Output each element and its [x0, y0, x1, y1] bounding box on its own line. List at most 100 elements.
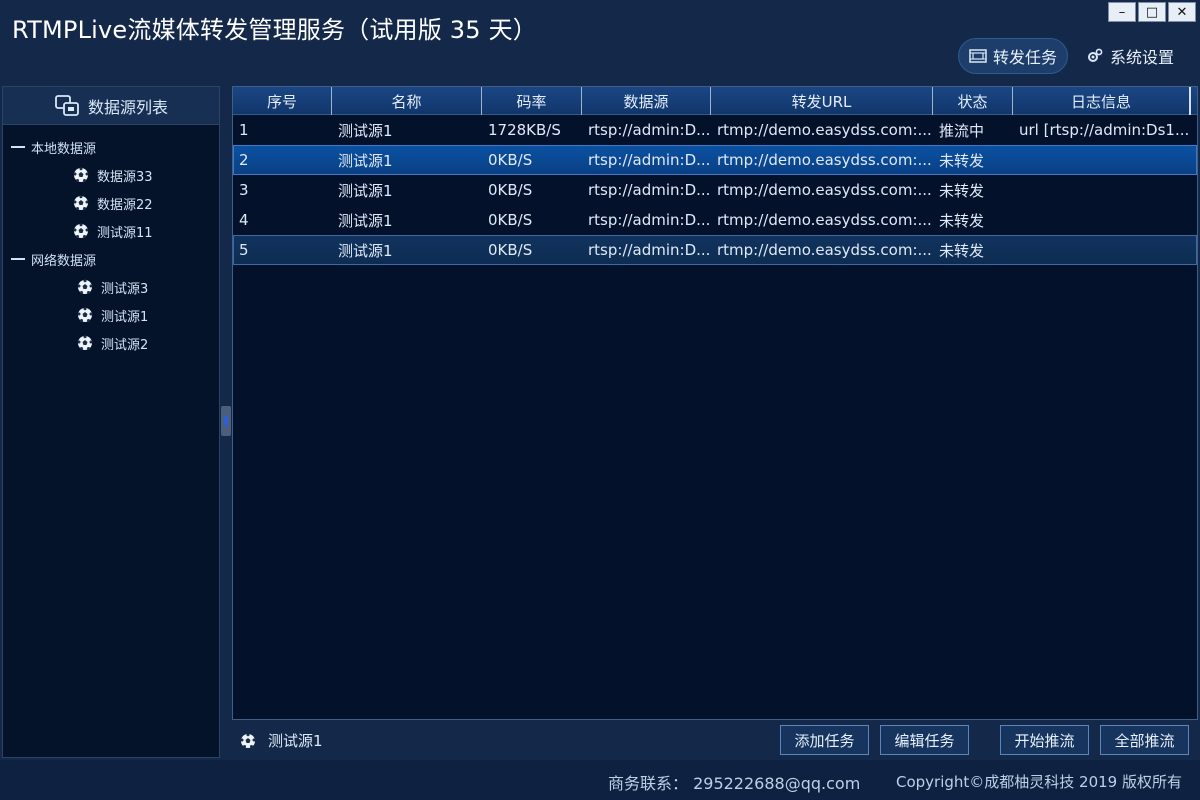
collapse-icon[interactable]: [11, 146, 25, 148]
cell-name: 测试源1: [338, 241, 393, 260]
table-row-selected[interactable]: 2 测试源1 0KB/S rtsp://admin:D... rtmp://de…: [233, 145, 1197, 175]
app-window: RTMPLive流媒体转发管理服务（试用版 35 天） – □ ✕ 转发任务 系…: [0, 0, 1200, 800]
gears-icon: [1087, 48, 1103, 62]
column-header-forward-url[interactable]: 转发URL: [711, 87, 933, 115]
cell-index: 5: [239, 241, 249, 259]
cell-status: 未转发: [939, 211, 985, 230]
forward-tasks-label: 转发任务: [992, 48, 1057, 67]
table-row[interactable]: 4 测试源1 0KB/S rtsp://admin:D... rtmp://de…: [233, 205, 1197, 235]
source-list-panel: 数据源列表 本地数据源 数据源33 数据源22 测试源11 网络数据源 测试源3…: [2, 86, 220, 758]
action-bar: 测试源1 添加任务 编辑任务 开始推流 全部推流: [232, 722, 1198, 758]
minimize-button[interactable]: –: [1108, 2, 1136, 22]
task-table: 序号 名称 码率 数据源 转发URL 状态 日志信息 1 测试源1 1728KB…: [232, 86, 1198, 720]
source-list-icon: [55, 94, 79, 116]
cell-bitrate: 0KB/S: [488, 151, 533, 169]
cell-source: rtsp://admin:D...: [588, 241, 711, 259]
cell-forward-url: rtmp://demo.easydss.com:...: [717, 211, 932, 229]
copyright-text: Copyright©成都柚灵科技 2019 版权所有: [895, 773, 1182, 791]
cell-forward-url: rtmp://demo.easydss.com:...: [717, 181, 932, 199]
source-tree: 本地数据源 数据源33 数据源22 测试源11 网络数据源 测试源3 测试源1 …: [3, 125, 219, 357]
source-list-header: 数据源列表: [3, 87, 219, 125]
column-header-source[interactable]: 数据源: [582, 87, 711, 115]
tree-group-local[interactable]: 本地数据源: [3, 133, 219, 161]
soccer-ball-icon: [73, 167, 89, 182]
column-header-status[interactable]: 状态: [933, 87, 1013, 115]
title-bar: RTMPLive流媒体转发管理服务（试用版 35 天） – □ ✕ 转发任务 系…: [0, 0, 1200, 84]
cell-log: url [rtsp://admin:Ds1...: [1019, 121, 1190, 139]
current-source-label: 测试源1: [268, 732, 323, 750]
cell-source: rtsp://admin:D...: [588, 121, 711, 139]
tree-item-label: 测试源3: [101, 281, 149, 297]
edit-task-button[interactable]: 编辑任务: [880, 725, 969, 755]
tree-item[interactable]: 数据源33: [3, 161, 219, 189]
column-header-name[interactable]: 名称: [332, 87, 482, 115]
tree-item-label: 测试源11: [97, 225, 153, 241]
cell-index: 2: [239, 151, 249, 169]
soccer-ball-icon: [240, 732, 256, 748]
add-task-button[interactable]: 添加任务: [780, 725, 869, 755]
table-body: 1 测试源1 1728KB/S rtsp://admin:D... rtmp:/…: [233, 115, 1197, 265]
cell-bitrate: 0KB/S: [488, 211, 533, 229]
table-row[interactable]: 3 测试源1 0KB/S rtsp://admin:D... rtmp://de…: [233, 175, 1197, 205]
cell-index: 3: [239, 181, 249, 199]
cell-status: 未转发: [939, 241, 985, 260]
tree-group-label: 本地数据源: [31, 141, 97, 157]
tree-group-network[interactable]: 网络数据源: [3, 245, 219, 273]
cell-index: 4: [239, 211, 249, 229]
cell-bitrate: 1728KB/S: [488, 121, 561, 139]
cell-bitrate: 0KB/S: [488, 181, 533, 199]
system-settings-label: 系统设置: [1109, 48, 1174, 67]
start-push-button[interactable]: 开始推流: [1000, 725, 1089, 755]
window-controls: – □ ✕: [1108, 2, 1196, 22]
soccer-ball-icon: [73, 223, 89, 238]
tree-item[interactable]: 测试源11: [3, 217, 219, 245]
cell-forward-url: rtmp://demo.easydss.com:...: [717, 151, 932, 169]
soccer-ball-icon: [77, 307, 93, 322]
tree-item[interactable]: 测试源2: [3, 329, 219, 357]
panel-splitter[interactable]: [221, 406, 231, 436]
tree-item-label: 数据源22: [97, 197, 153, 213]
table-row[interactable]: 1 测试源1 1728KB/S rtsp://admin:D... rtmp:/…: [233, 115, 1197, 145]
cell-index: 1: [239, 121, 249, 139]
close-button[interactable]: ✕: [1168, 2, 1196, 22]
soccer-ball-icon: [77, 335, 93, 350]
cell-name: 测试源1: [338, 181, 393, 200]
system-settings-tab[interactable]: 系统设置: [1076, 38, 1184, 74]
cell-status: 未转发: [939, 181, 985, 200]
cell-name: 测试源1: [338, 211, 393, 230]
cell-status: 推流中: [939, 121, 985, 140]
app-title: RTMPLive流媒体转发管理服务（试用版 35 天）: [12, 16, 537, 44]
source-list-title: 数据源列表: [87, 97, 168, 117]
cell-source: rtsp://admin:D...: [588, 151, 711, 169]
tree-item[interactable]: 数据源22: [3, 189, 219, 217]
collapse-icon[interactable]: [11, 258, 25, 260]
top-nav: 转发任务 系统设置: [957, 38, 1184, 74]
cell-name: 测试源1: [338, 121, 393, 140]
current-source: 测试源1: [240, 730, 323, 751]
tree-item-label: 测试源2: [101, 337, 149, 353]
push-all-button[interactable]: 全部推流: [1100, 725, 1189, 755]
cell-source: rtsp://admin:D...: [588, 211, 711, 229]
table-row-hover[interactable]: 5 测试源1 0KB/S rtsp://admin:D... rtmp://de…: [233, 235, 1197, 265]
column-header-bitrate[interactable]: 码率: [482, 87, 582, 115]
soccer-ball-icon: [73, 195, 89, 210]
tree-item[interactable]: 测试源1: [3, 301, 219, 329]
cell-status: 未转发: [939, 151, 985, 170]
tree-group-label: 网络数据源: [31, 253, 97, 269]
table-header: 序号 名称 码率 数据源 转发URL 状态 日志信息: [233, 87, 1197, 115]
tree-item-label: 数据源33: [97, 169, 153, 185]
cell-name: 测试源1: [338, 151, 393, 170]
film-icon: [969, 49, 987, 63]
maximize-button[interactable]: □: [1138, 2, 1166, 22]
column-header-log[interactable]: 日志信息: [1013, 87, 1191, 115]
cell-forward-url: rtmp://demo.easydss.com:...: [717, 241, 932, 259]
soccer-ball-icon: [77, 279, 93, 294]
tree-item-label: 测试源1: [101, 309, 149, 325]
cell-source: rtsp://admin:D...: [588, 181, 711, 199]
cell-forward-url: rtmp://demo.easydss.com:...: [717, 121, 932, 139]
forward-tasks-tab[interactable]: 转发任务: [957, 38, 1068, 74]
cell-bitrate: 0KB/S: [488, 241, 533, 259]
business-contact: 商务联系： 295222688@qq.com: [608, 774, 861, 793]
column-header-index[interactable]: 序号: [233, 87, 332, 115]
tree-item[interactable]: 测试源3: [3, 273, 219, 301]
